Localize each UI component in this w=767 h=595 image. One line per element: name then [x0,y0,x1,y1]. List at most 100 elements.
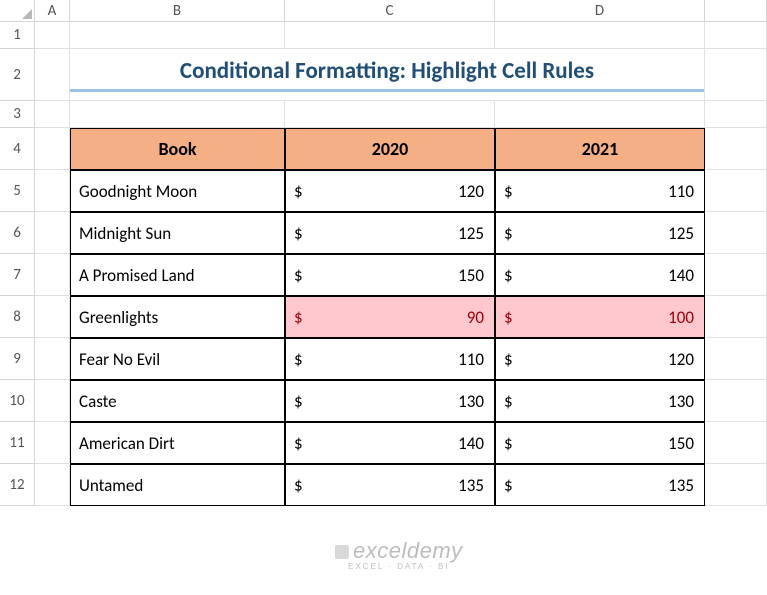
cell-2021-4[interactable]: $120 [495,338,705,380]
currency-symbol: $ [294,349,303,370]
row-header-11[interactable]: 11 [0,422,35,464]
currency-symbol: $ [294,223,303,244]
cell-2021-6[interactable]: $150 [495,422,705,464]
cell-D3[interactable] [495,101,705,128]
cell-E8[interactable] [705,296,767,338]
cell-E11[interactable] [705,422,767,464]
cell-book-3[interactable]: Greenlights [70,296,285,338]
cell-value: 100 [668,307,694,328]
cell-book-5[interactable]: Caste [70,380,285,422]
row-header-7[interactable]: 7 [0,254,35,296]
cell-value: 135 [668,475,694,496]
cell-value: 135 [458,475,484,496]
cell-2021-3[interactable]: $100 [495,296,705,338]
row-header-10[interactable]: 10 [0,380,35,422]
cell-2020-3[interactable]: $90 [285,296,495,338]
cell-book-6[interactable]: American Dirt [70,422,285,464]
cell-E5[interactable] [705,170,767,212]
col-header-C[interactable]: C [285,0,495,22]
table-header-book[interactable]: Book [70,128,285,170]
cell-A11[interactable] [35,422,70,464]
cell-E6[interactable] [705,212,767,254]
currency-symbol: $ [504,307,513,328]
col-header-extra[interactable] [705,0,767,22]
cell-C3[interactable] [285,101,495,128]
cell-book-2[interactable]: A Promised Land [70,254,285,296]
row-header-5[interactable]: 5 [0,170,35,212]
cell-A10[interactable] [35,380,70,422]
row-header-4[interactable]: 4 [0,128,35,170]
cell-2021-0[interactable]: $110 [495,170,705,212]
row-header-1[interactable]: 1 [0,22,35,49]
cell-A4[interactable] [35,128,70,170]
currency-symbol: $ [504,433,513,454]
currency-symbol: $ [294,181,303,202]
cell-C1[interactable] [285,22,495,49]
cell-book-7[interactable]: Untamed [70,464,285,506]
table-header-2021[interactable]: 2021 [495,128,705,170]
cell-value: 150 [458,265,484,286]
currency-symbol: $ [504,349,513,370]
currency-symbol: $ [504,391,513,412]
cell-A3[interactable] [35,101,70,128]
cell-2020-6[interactable]: $140 [285,422,495,464]
cell-2020-5[interactable]: $130 [285,380,495,422]
cell-A12[interactable] [35,464,70,506]
currency-symbol: $ [294,475,303,496]
page-title: Conditional Formatting: Highlight Cell R… [70,53,704,92]
col-header-B[interactable]: B [70,0,285,22]
cell-book-4[interactable]: Fear No Evil [70,338,285,380]
table-header-2020[interactable]: 2020 [285,128,495,170]
currency-symbol: $ [294,391,303,412]
cell-2020-4[interactable]: $110 [285,338,495,380]
row-header-9[interactable]: 9 [0,338,35,380]
cell-2020-0[interactable]: $120 [285,170,495,212]
cell-book-0[interactable]: Goodnight Moon [70,170,285,212]
cell-A2[interactable] [35,49,70,101]
cell-B3[interactable] [70,101,285,128]
watermark-text: exceldemy [353,538,463,563]
col-header-A[interactable]: A [35,0,70,22]
cell-E3[interactable] [705,101,767,128]
watermark-tagline: EXCEL · DATA · BI [335,562,463,571]
title-cell[interactable]: Conditional Formatting: Highlight Cell R… [70,49,705,101]
cell-A6[interactable] [35,212,70,254]
cell-value: 110 [458,349,484,370]
cell-D1[interactable] [495,22,705,49]
cell-A7[interactable] [35,254,70,296]
cell-E7[interactable] [705,254,767,296]
cell-E2[interactable] [705,49,767,101]
cell-B1[interactable] [70,22,285,49]
cell-2020-7[interactable]: $135 [285,464,495,506]
select-all-corner[interactable] [0,0,35,22]
row-header-3[interactable]: 3 [0,101,35,128]
cell-A9[interactable] [35,338,70,380]
cell-2021-5[interactable]: $130 [495,380,705,422]
cell-A1[interactable] [35,22,70,49]
cell-E4[interactable] [705,128,767,170]
row-header-12[interactable]: 12 [0,464,35,506]
cell-E9[interactable] [705,338,767,380]
spreadsheet-grid: A B C D 1 2 Conditional Formatting: High… [0,0,767,506]
watermark-icon [335,545,349,559]
currency-symbol: $ [504,223,513,244]
col-header-D[interactable]: D [495,0,705,22]
cell-value: 120 [458,181,484,202]
currency-symbol: $ [294,307,303,328]
cell-book-1[interactable]: Midnight Sun [70,212,285,254]
watermark: exceldemy EXCEL · DATA · BI [335,538,463,571]
cell-E12[interactable] [705,464,767,506]
cell-E1[interactable] [705,22,767,49]
cell-2021-7[interactable]: $135 [495,464,705,506]
cell-2021-1[interactable]: $125 [495,212,705,254]
cell-2020-1[interactable]: $125 [285,212,495,254]
row-header-2[interactable]: 2 [0,49,35,101]
cell-2021-2[interactable]: $140 [495,254,705,296]
cell-A5[interactable] [35,170,70,212]
row-header-6[interactable]: 6 [0,212,35,254]
cell-2020-2[interactable]: $150 [285,254,495,296]
cell-A8[interactable] [35,296,70,338]
cell-E10[interactable] [705,380,767,422]
currency-symbol: $ [504,181,513,202]
row-header-8[interactable]: 8 [0,296,35,338]
